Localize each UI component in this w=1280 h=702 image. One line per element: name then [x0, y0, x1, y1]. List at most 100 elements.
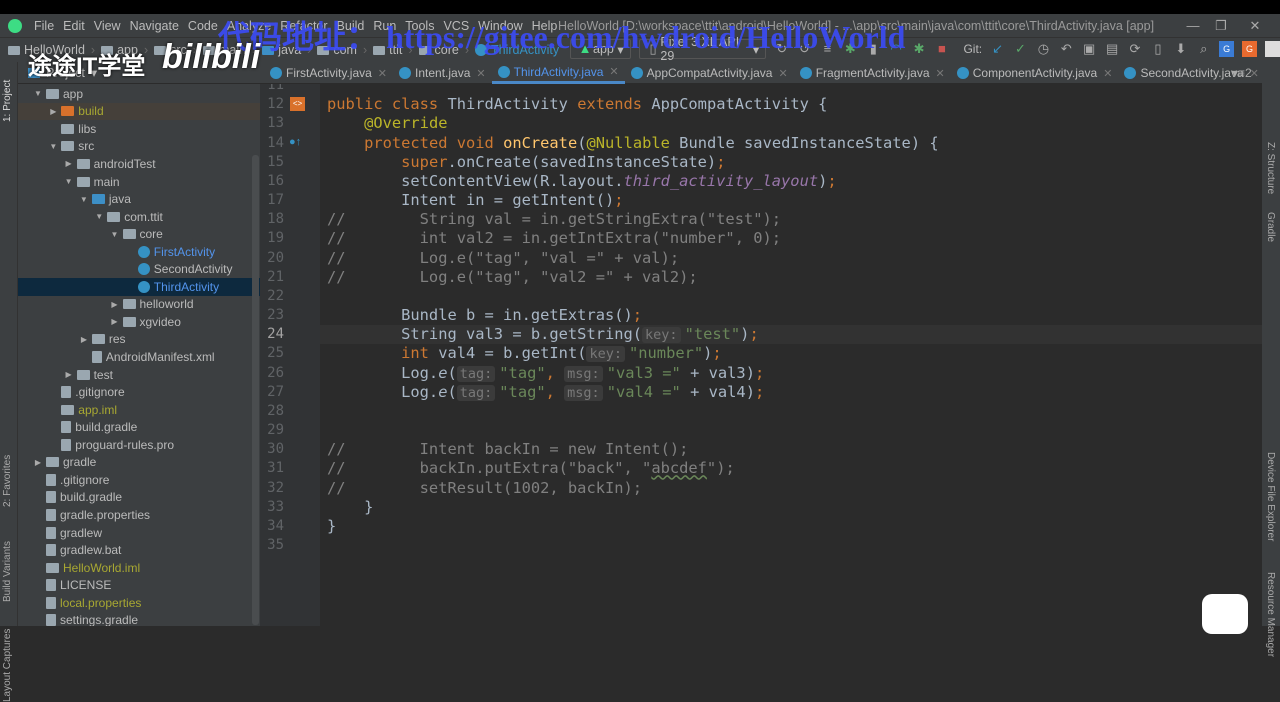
tab-componentactivity[interactable]: ComponentActivity.java ✕	[951, 62, 1119, 84]
tree-item[interactable]: AndroidManifest.xml	[18, 348, 260, 366]
code-line[interactable]: // backIn.putExtra("back", "abcdef");	[327, 459, 735, 478]
expand-arrow-icon[interactable]: ▶	[47, 107, 59, 116]
tree-item[interactable]: gradlew.bat	[18, 541, 260, 559]
tree-item[interactable]: proguard-rules.pro	[18, 436, 260, 454]
play-button-icon[interactable]	[1202, 594, 1248, 634]
tabs-overflow[interactable]: ▾≡2	[1232, 66, 1252, 80]
code-line[interactable]: protected void onCreate(@Nullable Bundle…	[327, 134, 939, 153]
code-line[interactable]: // int val2 = in.getIntExtra("number", 0…	[327, 229, 781, 248]
code-line[interactable]: @Override	[327, 114, 447, 133]
restore-icon[interactable]: ❐	[1206, 14, 1236, 37]
code-line[interactable]: Log.e(tag: "tag", msg: "val4 =" + val4);	[327, 383, 764, 402]
expand-arrow-icon[interactable]: ▶	[109, 317, 121, 326]
run-with-coverage-icon[interactable]: ✱	[912, 41, 927, 57]
expand-arrow-icon[interactable]: ▼	[63, 177, 75, 186]
tree-item[interactable]: .gitignore	[18, 471, 260, 489]
menu-edit[interactable]: Edit	[63, 19, 85, 33]
code-line[interactable]: // String val = in.getStringExtra("test"…	[327, 210, 781, 229]
menu-view[interactable]: View	[94, 19, 121, 33]
code-line[interactable]: }	[327, 498, 373, 517]
favorites-tool-button[interactable]: 2: Favorites	[2, 455, 13, 507]
close-tab-icon[interactable]: ✕	[609, 65, 618, 78]
translate-alt-icon[interactable]: G	[1242, 41, 1257, 57]
git-commit-icon[interactable]: ✓	[1013, 41, 1028, 57]
translate-icon[interactable]: G	[1219, 41, 1235, 57]
tree-item[interactable]: ▶ build	[18, 102, 260, 121]
build-variants-tool-button[interactable]: Build Variants	[2, 541, 13, 602]
layout-file-icon[interactable]: <>	[290, 97, 305, 111]
tree-item[interactable]: ▶ helloworld	[18, 296, 260, 314]
layout-inspector-icon[interactable]: ⬇	[1173, 41, 1188, 57]
expand-arrow-icon[interactable]: ▶	[78, 335, 90, 344]
tree-item[interactable]: ▼ core	[18, 225, 260, 243]
tab-intent[interactable]: Intent.java ✕	[393, 62, 492, 84]
minimize-icon[interactable]: —	[1178, 14, 1208, 37]
tree-item[interactable]: build.gradle	[18, 489, 260, 507]
close-tab-icon[interactable]: ✕	[476, 67, 485, 80]
tab-firstactivity[interactable]: FirstActivity.java ✕	[264, 62, 393, 84]
avd-manager-icon[interactable]: ▯	[1150, 41, 1165, 57]
code-editor[interactable]: <> ●↑ 11 12 public class ThirdActivity ext…	[260, 84, 1262, 626]
close-tab-icon[interactable]: ✕	[936, 67, 945, 80]
code-line[interactable]: super.onCreate(savedInstanceState);	[327, 153, 725, 172]
tree-item[interactable]: ▶ gradle	[18, 454, 260, 472]
layout-captures-tool-button[interactable]: Layout Captures	[2, 629, 13, 702]
expand-arrow-icon[interactable]: ▼	[109, 230, 121, 239]
git-update-icon[interactable]: ↙	[990, 41, 1005, 57]
tree-item[interactable]: ▼ java	[18, 190, 260, 208]
tab-fragmentactivity[interactable]: FragmentActivity.java ✕	[794, 62, 951, 84]
close-icon[interactable]: ✕	[1240, 14, 1270, 37]
tree-item[interactable]: ▼ app	[18, 85, 260, 103]
user-icon[interactable]	[1264, 41, 1280, 57]
expand-arrow-icon[interactable]: ▼	[78, 195, 90, 204]
tree-item[interactable]: SecondActivity	[18, 261, 260, 279]
tree-item[interactable]: ▼ com.ttit	[18, 208, 260, 226]
sync-gradle-icon[interactable]: ⟳	[1128, 41, 1143, 57]
tab-thirdactivity[interactable]: ThirdActivity.java ✕	[491, 62, 625, 84]
expand-arrow-icon[interactable]: ▶	[63, 159, 75, 168]
tree-item[interactable]: .gitignore	[18, 383, 260, 401]
expand-arrow-icon[interactable]: ▼	[93, 212, 105, 221]
tree-item[interactable]: settings.gradle	[18, 612, 260, 626]
tree-item[interactable]: libs	[18, 120, 260, 138]
code-line[interactable]: Intent in = getIntent();	[327, 191, 623, 210]
tree-item[interactable]: gradlew	[18, 524, 260, 542]
code-line[interactable]: // Log.e("tag", "val2 =" + val2);	[327, 268, 698, 287]
code-line[interactable]: public class ThirdActivity extends AppCo…	[327, 95, 827, 114]
tree-item[interactable]: gradle.properties	[18, 506, 260, 524]
close-tab-icon[interactable]: ✕	[378, 67, 387, 80]
code-line[interactable]: // Intent backIn = new Intent();	[327, 440, 688, 459]
structure-tool-button[interactable]: Z: Structure	[1265, 142, 1276, 194]
project-tool-button[interactable]: 1: Project	[2, 80, 13, 122]
code-line[interactable]: Bundle b = in.getExtras();	[327, 306, 642, 325]
code-line[interactable]: String val3 = b.getString(key: "test");	[327, 325, 759, 344]
tree-item[interactable]: ThirdActivity	[18, 278, 260, 296]
menu-code[interactable]: Code	[188, 19, 218, 33]
expand-arrow-icon[interactable]: ▶	[32, 458, 44, 467]
menu-navigate[interactable]: Navigate	[130, 19, 179, 33]
git-rollback-icon[interactable]: ↶	[1059, 41, 1074, 57]
search-icon[interactable]: ⌕	[1196, 41, 1211, 57]
gradle-tool-button[interactable]: Gradle	[1265, 212, 1276, 242]
code-line[interactable]: // Log.e("tag", "val =" + val);	[327, 249, 679, 268]
git-history-icon[interactable]: ◷	[1036, 41, 1051, 57]
project-structure-icon[interactable]: ▣	[1082, 41, 1097, 57]
tab-appcompatactivity[interactable]: AppCompatActivity.java ✕	[625, 62, 794, 84]
tree-scrollbar[interactable]	[252, 155, 259, 625]
code-line[interactable]: int val4 = b.getInt(key: "number");	[327, 344, 722, 363]
sdk-manager-icon[interactable]: ▤	[1105, 41, 1120, 57]
expand-arrow-icon[interactable]: ▼	[32, 89, 44, 98]
close-tab-icon[interactable]: ✕	[1103, 67, 1112, 80]
tree-item[interactable]: ▶ res	[18, 331, 260, 349]
tree-item[interactable]: ▶ test	[18, 366, 260, 384]
close-tab-icon[interactable]: ✕	[778, 67, 787, 80]
tree-item[interactable]: local.properties	[18, 594, 260, 612]
resource-manager-tool-button[interactable]: Resource Manager	[1265, 572, 1276, 657]
tree-item[interactable]: build.gradle	[18, 418, 260, 436]
tree-item[interactable]: FirstActivity	[18, 243, 260, 261]
overrides-method-icon[interactable]: ●↑	[289, 136, 301, 148]
tree-item[interactable]: ▶ xgvideo	[18, 313, 260, 331]
menu-file[interactable]: File	[34, 19, 54, 33]
code-line[interactable]: setContentView(R.layout.third_activity_l…	[327, 172, 837, 191]
expand-arrow-icon[interactable]: ▼	[47, 142, 59, 151]
